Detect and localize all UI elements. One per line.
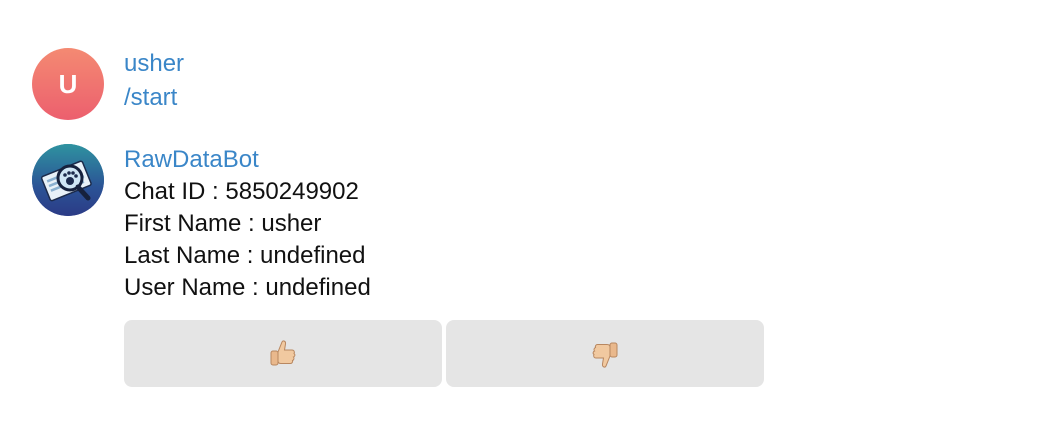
- thumbs-up-icon: [266, 337, 300, 371]
- sender-name[interactable]: usher: [124, 48, 184, 80]
- message-line-user-name: User Name : undefined: [124, 274, 371, 301]
- avatar-letter: U: [58, 68, 78, 99]
- avatar-user[interactable]: U: [32, 48, 104, 120]
- bot-logo-icon: [32, 144, 104, 216]
- inline-keyboard: [124, 320, 764, 387]
- thumbs-up-button[interactable]: [124, 320, 442, 387]
- sender-name[interactable]: RawDataBot: [124, 144, 371, 176]
- message-line-first-name: First Name : usher: [124, 210, 322, 237]
- thumbs-down-button[interactable]: [446, 320, 764, 387]
- chat-history: U usher /start RawDataBot Chat ID: 5850…: [0, 0, 1056, 424]
- command-link[interactable]: /start: [124, 80, 184, 116]
- message-line-last-name: Last Name : undefined: [124, 242, 366, 269]
- avatar-bot[interactable]: [32, 144, 104, 216]
- thumbs-down-icon: [588, 337, 622, 371]
- message-line-chat-id: Chat ID : 5850249902: [124, 178, 359, 205]
